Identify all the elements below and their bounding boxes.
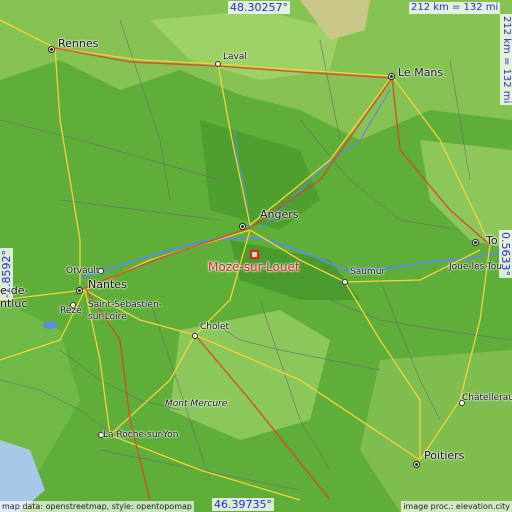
map-credit: map data: openstreetmap, style: opentopo… (0, 501, 194, 512)
place-label-tours: To (486, 234, 498, 247)
city-icon (75, 286, 84, 295)
place-label-joue: Joué-lès-Tou (449, 262, 502, 272)
scale-vertical: 212 km = 132 mi (500, 14, 512, 106)
place-label-saint-herblain-2: ntluc (0, 297, 28, 310)
town-icon (215, 61, 221, 67)
top-latitude: 48.30257° (228, 1, 290, 14)
place-label-saint-sebastien-2: sur-Loire (88, 312, 127, 322)
bottom-latitude: 46.39735° (212, 498, 274, 511)
scale-horizontal: 212 km = 132 mi (409, 2, 501, 14)
place-label-nantes: Nantes (88, 278, 127, 291)
place-label-poitiers: Poitiers (424, 449, 465, 462)
place-label-angers: Angers (260, 208, 299, 221)
image-credit: image proc.: elevation.city (401, 501, 512, 512)
town-icon (342, 279, 348, 285)
lake (43, 321, 57, 329)
place-label-saint-herblain: e-de- (0, 284, 29, 297)
place-label-cholet: Cholet (200, 322, 230, 332)
city-icon (47, 45, 56, 54)
place-label-rennes: Rennes (58, 37, 99, 50)
city-icon (387, 72, 396, 81)
place-label-orvault: Orvault (66, 266, 100, 276)
place-label-laval: Laval (223, 52, 247, 62)
city-icon (238, 222, 247, 231)
place-label-reze: Rezé (60, 306, 82, 316)
city-icon (412, 460, 421, 469)
place-label-saumur: Saumur (350, 267, 386, 277)
city-icon (471, 238, 480, 247)
town-icon (192, 333, 198, 339)
location-marker (250, 250, 259, 259)
place-label-chatellerault: Châtellerau (462, 393, 512, 403)
place-label-le-mans: Le Mans (398, 66, 444, 79)
place-label-la-roche-sur-yon: La Roche-sur-Yon (103, 430, 179, 440)
place-label-saint-sebastien: Saint-Sébastien- (88, 300, 162, 310)
highlighted-place-label: Mozé-sur-Louet (208, 260, 300, 274)
place-label-mont-mercure: Mont Mercure (165, 399, 228, 409)
